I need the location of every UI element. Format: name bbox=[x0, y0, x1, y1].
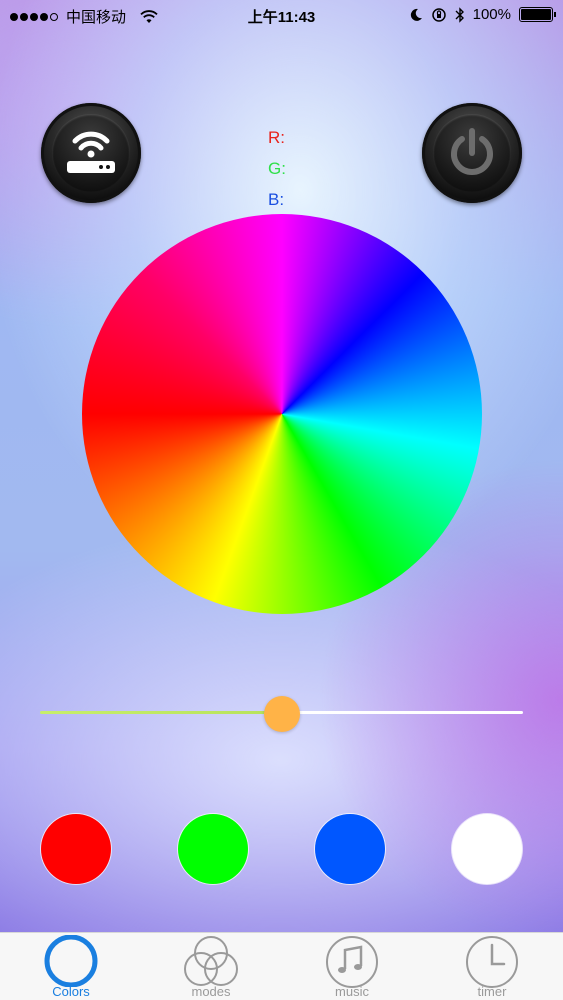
battery-icon bbox=[519, 7, 556, 22]
power-icon bbox=[451, 128, 493, 175]
red-value-label: R: bbox=[268, 128, 285, 147]
wifi-router-icon bbox=[67, 131, 115, 173]
tab-label-colors: Colors bbox=[52, 984, 90, 999]
overlapping-circles-icon bbox=[184, 936, 238, 986]
blue-value-label: B: bbox=[268, 190, 285, 209]
battery-percent: 100% bbox=[472, 6, 511, 23]
tab-music[interactable]: music bbox=[292, 933, 412, 1000]
bluetooth-icon bbox=[455, 6, 464, 23]
tab-bar: Colors modes music timer bbox=[0, 932, 563, 1000]
brightness-slider[interactable] bbox=[40, 696, 523, 732]
circle-icon bbox=[44, 935, 98, 987]
tab-colors[interactable]: Colors bbox=[11, 933, 131, 1000]
preset-blue-button[interactable] bbox=[315, 814, 385, 884]
slider-thumb[interactable] bbox=[264, 696, 300, 732]
tab-label-modes: modes bbox=[191, 984, 231, 999]
clock-icon bbox=[466, 936, 518, 988]
green-value-label: G: bbox=[268, 159, 286, 178]
tab-modes[interactable]: modes bbox=[151, 933, 271, 1000]
status-right: 100% bbox=[409, 6, 556, 23]
preset-green-button[interactable] bbox=[178, 814, 248, 884]
preset-red-button[interactable] bbox=[41, 814, 111, 884]
power-button[interactable] bbox=[422, 103, 522, 203]
moon-icon bbox=[410, 8, 422, 21]
rgb-readout: R: G: B: bbox=[268, 122, 286, 215]
orientation-lock-icon bbox=[431, 7, 446, 22]
slider-track-empty bbox=[282, 711, 523, 714]
tab-label-timer: timer bbox=[477, 984, 507, 999]
status-bar: 中国移动 上午11:43 100% bbox=[0, 0, 563, 30]
tab-timer[interactable]: timer bbox=[432, 933, 552, 1000]
tab-label-music: music bbox=[335, 984, 369, 999]
music-note-icon bbox=[326, 936, 378, 988]
preset-white-button[interactable] bbox=[452, 814, 522, 884]
wifi-connect-button[interactable] bbox=[41, 103, 141, 203]
color-wheel[interactable] bbox=[82, 214, 482, 614]
slider-track-filled bbox=[40, 711, 282, 714]
